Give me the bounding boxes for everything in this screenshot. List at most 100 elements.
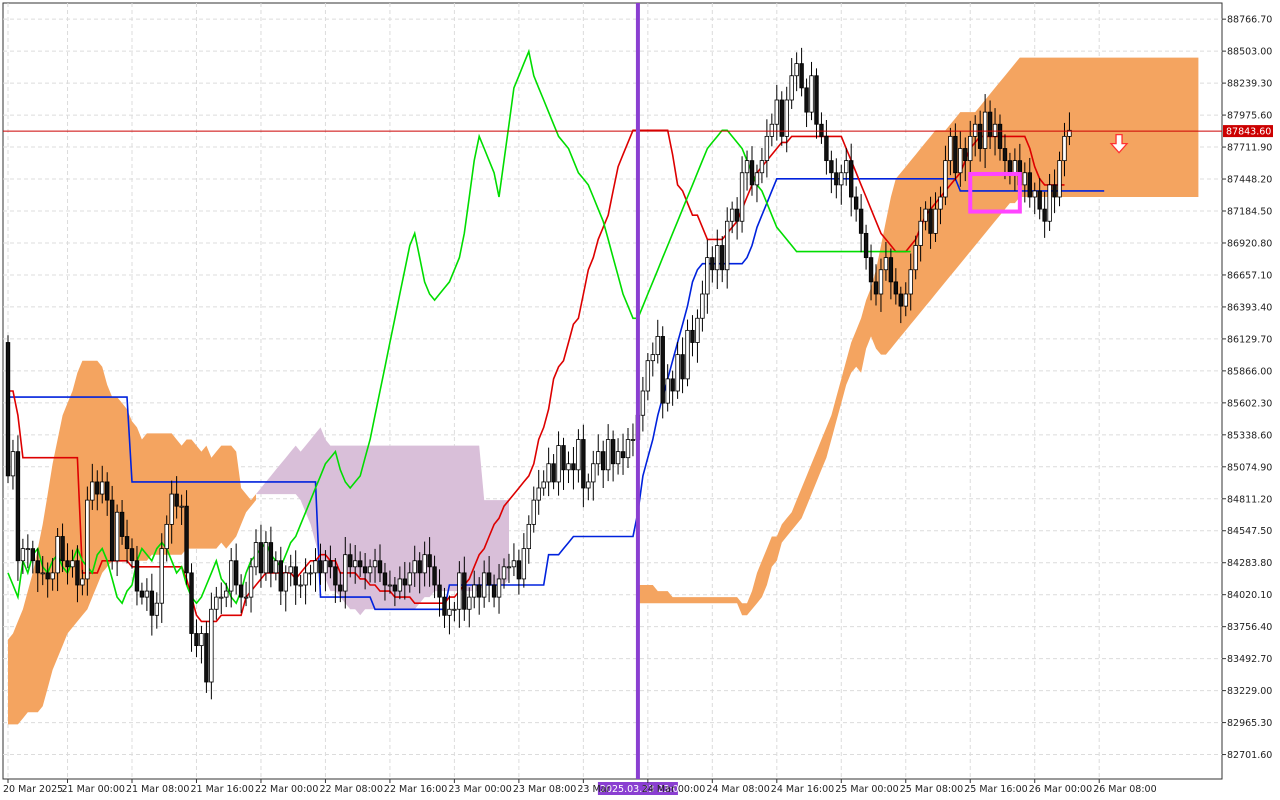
candle-body (918, 220, 923, 246)
candle-body (20, 548, 26, 562)
candle-body (992, 123, 998, 137)
candle-body (283, 572, 288, 592)
candle-body (754, 172, 760, 186)
candle (293, 550, 298, 605)
candle-body (566, 463, 571, 471)
candle (620, 433, 626, 475)
candle-body (447, 608, 452, 616)
candle-body (720, 245, 725, 271)
candle-body (1007, 160, 1013, 174)
candle-body (258, 542, 264, 574)
candle-body (1057, 160, 1062, 198)
candle (799, 47, 804, 97)
candle-body (25, 548, 31, 551)
price-chart[interactable]: 87843.602025.03.23 23:00 88766.7088503.0… (0, 0, 1280, 800)
x-tick-label: 23 Mar 08:00 (513, 784, 576, 795)
candle (829, 150, 834, 194)
x-tick-label: 25 Mar 16:00 (964, 784, 1027, 795)
candle-body (610, 439, 616, 465)
y-tick-label: 85602.30 (1227, 398, 1272, 409)
candle-body (1032, 190, 1037, 198)
candle-body (804, 87, 809, 113)
candle (863, 224, 869, 270)
y-tick-label: 88239.30 (1227, 79, 1272, 90)
candle (819, 112, 824, 144)
candle-body (199, 633, 204, 647)
candle-body (620, 451, 626, 459)
candle-body (95, 481, 100, 495)
candle (710, 246, 715, 283)
candle-body (124, 536, 130, 550)
candle (521, 533, 527, 588)
candle (15, 435, 21, 581)
candle-body (734, 208, 740, 222)
candle (774, 84, 779, 141)
candle (199, 625, 204, 664)
candle-body (675, 354, 680, 392)
candle (596, 434, 601, 476)
candle (700, 280, 705, 332)
candle-body (744, 160, 750, 174)
candle-body (372, 560, 378, 568)
candle (268, 526, 274, 588)
candle (605, 424, 611, 482)
candle (253, 529, 259, 576)
candle-body (511, 560, 517, 568)
candle (615, 438, 621, 475)
candle-body (963, 148, 968, 162)
candle (288, 554, 293, 587)
candle-body (749, 160, 755, 186)
candle (219, 582, 224, 614)
candle-body (789, 75, 794, 101)
candle (531, 486, 536, 533)
candle-body (705, 257, 710, 295)
candle-body (85, 499, 90, 580)
candle-body (238, 584, 244, 598)
candle-body (710, 257, 715, 271)
candle-body (109, 499, 115, 562)
candle (233, 543, 239, 595)
candle-body (80, 578, 85, 586)
candle (313, 548, 318, 592)
candle-body (472, 584, 477, 598)
candle-body (516, 560, 522, 580)
candle-body (100, 481, 105, 495)
candle-body (571, 463, 576, 471)
candle (844, 148, 849, 186)
candle (214, 586, 219, 620)
candle-body (987, 111, 993, 137)
candle-body (1062, 135, 1067, 162)
candle-body (352, 560, 358, 568)
candle (645, 353, 651, 401)
candle-body (427, 554, 432, 568)
candle-body (233, 560, 239, 586)
candle (858, 194, 864, 253)
candle-body (829, 160, 834, 174)
candle-body (531, 499, 536, 525)
candle-body (154, 602, 159, 616)
candle-body (844, 160, 849, 174)
candle (630, 423, 636, 457)
candle-body (729, 208, 735, 222)
y-tick-label: 83492.70 (1227, 654, 1272, 665)
candle (571, 447, 576, 490)
time-axis[interactable]: 20 Mar 202521 Mar 00:00 21 Mar 08:00 21 Ma… (3, 779, 1157, 795)
candle (1042, 191, 1047, 238)
candle (273, 551, 279, 581)
candle (809, 61, 814, 121)
x-tick-label: 22 Mar 00:00 (255, 784, 318, 795)
candle-body (407, 572, 412, 586)
candle (715, 229, 720, 290)
candle-body (630, 439, 636, 441)
candle (705, 239, 710, 314)
candle (278, 546, 283, 606)
candle-body (452, 608, 457, 611)
candle-body (343, 554, 348, 592)
y-tick-label: 84811.20 (1227, 494, 1272, 505)
candle-body (625, 439, 631, 459)
candle-body (923, 208, 928, 222)
candle-body (615, 451, 621, 465)
candle (640, 376, 646, 432)
candle-body (467, 596, 472, 610)
candle (695, 309, 700, 363)
